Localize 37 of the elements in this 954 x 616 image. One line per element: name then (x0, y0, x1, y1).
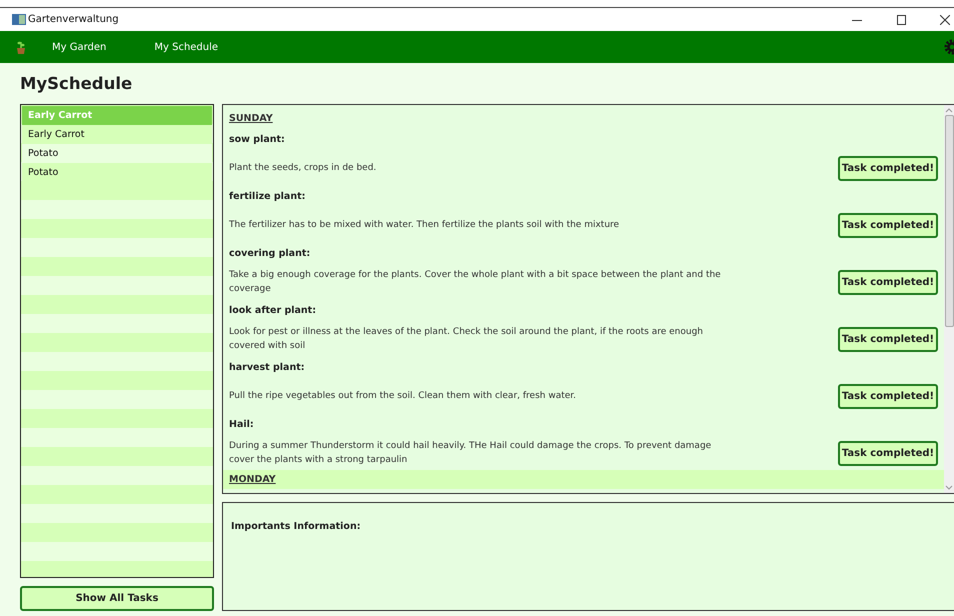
scroll-down-icon[interactable] (945, 485, 953, 491)
window-title: Gartenverwaltung (28, 14, 119, 25)
task-title: fertilize plant: (228, 190, 306, 204)
potted-plant-icon[interactable] (16, 40, 26, 54)
task-title: sow plant: (228, 133, 286, 147)
task-completed-button[interactable]: Task completed! (838, 270, 938, 294)
task-description: Pull the ripe vegetables out from the soil. Clean them with clear, fresh water. (229, 390, 578, 403)
task-completed-button[interactable]: Task completed! (838, 156, 938, 180)
maximize-icon[interactable] (897, 14, 907, 24)
task-completed-button[interactable]: Task completed! (838, 384, 938, 408)
nav-link[interactable]: My Schedule (154, 42, 218, 52)
task-description: The fertilizer has to be mixed with water. Then fertilize the plants soil with the mixture (229, 219, 620, 232)
show-all-tasks-button[interactable]: Show All Tasks (20, 586, 214, 611)
page-heading: MySchedule (20, 73, 134, 94)
task-description: During a summer Thunderstorm it could hail heavily. THe Hail could damage the crops. To prevent damage cover the plants with a strong tarpaulin (229, 440, 712, 467)
task-description: Look for pest or illness at the leaves of the plant. Check the soil around the plant, if the roots are enough covered with soil (229, 326, 704, 353)
day-heading: MONDAY (229, 474, 276, 485)
close-icon[interactable] (940, 14, 950, 24)
app-icon (12, 14, 26, 25)
task-description: Take a big enough coverage for the plants. Cover the whole plant with a bit space between the plant and the coverage (229, 269, 722, 296)
plant-list-item[interactable]: Potato (22, 163, 212, 182)
task-completed-button[interactable]: Task completed! (838, 326, 938, 352)
plant-list-item[interactable]: Early Carrot (22, 125, 212, 144)
task-completed-button[interactable]: Task completed! (838, 440, 938, 466)
plant-list-item[interactable]: Potato (22, 144, 212, 163)
task-title: Hail: (228, 418, 255, 432)
scrollbar[interactable] (944, 105, 954, 493)
day-heading: SUNDAY (229, 113, 273, 124)
settings-icon[interactable] (942, 39, 954, 55)
nav-link[interactable]: My Garden (52, 42, 106, 52)
info-label: Importants Information: (231, 521, 361, 532)
task-title: covering plant: (228, 247, 312, 261)
task-completed-button[interactable]: Task completed! (838, 212, 938, 238)
task-title: look after plant: (228, 304, 318, 318)
task-title: harvest plant: (228, 361, 306, 375)
task-description: Plant the seeds, crops in de bed. (229, 162, 378, 175)
scroll-up-icon[interactable] (945, 107, 953, 113)
